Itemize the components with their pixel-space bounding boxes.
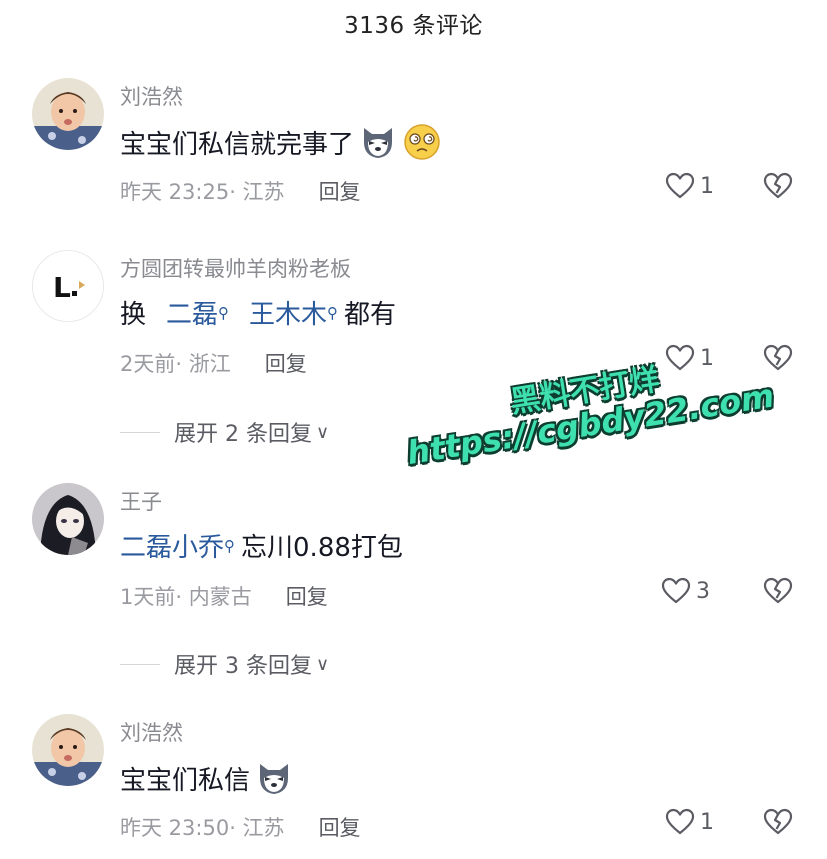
mention-link[interactable]: 王木木 — [249, 294, 327, 331]
like-count: 1 — [700, 809, 714, 835]
dislike-button[interactable] — [762, 575, 794, 611]
comment-username[interactable]: 王子 — [120, 486, 162, 516]
heart-outline-icon — [664, 806, 696, 838]
search-icon: ⚲ — [218, 303, 230, 322]
comment-text: 二磊小乔 ⚲ 忘川0.88打包 — [120, 527, 403, 564]
expand-replies-label: 展开 2 条回复 — [174, 422, 312, 447]
search-icon: ⚲ — [327, 303, 339, 322]
like-count: 1 — [700, 173, 714, 199]
comment-location: · 江苏 — [229, 180, 285, 204]
comment-text-suffix: 忘川0.88打包 — [241, 533, 403, 563]
comment-text: 换 二磊 ⚲ 王木木 ⚲ 都有 — [120, 294, 396, 331]
comment-meta: 昨天 23:25 · 江苏 回复 — [120, 176, 361, 206]
mention-link[interactable]: 二磊小乔 — [120, 527, 224, 564]
dislike-button[interactable] — [762, 806, 794, 842]
comment-meta: 1天前 · 内蒙古 回复 — [120, 581, 328, 611]
comment-time: 昨天 23:50 — [120, 816, 230, 840]
chevron-down-icon: ∨ — [315, 653, 330, 675]
like-button[interactable]: 3 — [660, 575, 710, 607]
husky-emoji-icon — [358, 122, 398, 162]
expand-replies-button[interactable]: 展开 2 条回复 ∨ — [120, 416, 329, 448]
comment-time: 昨天 23:25 — [120, 180, 230, 204]
comment-time: 2天前 — [120, 352, 176, 376]
comment-text-suffix: 都有 — [344, 300, 397, 330]
reply-button[interactable]: 回复 — [286, 581, 328, 611]
reply-button[interactable]: 回复 — [265, 348, 307, 378]
comment-meta: 昨天 23:50 · 江苏 回复 — [120, 812, 361, 842]
broken-heart-icon — [762, 170, 794, 202]
expand-replies-label: 展开 3 条回复 — [174, 654, 312, 679]
avatar[interactable]: L — [32, 250, 104, 322]
comment-username[interactable]: 方圆团转最帅羊肉粉老板 — [120, 253, 351, 283]
comment-location: · 江苏 — [229, 816, 285, 840]
dizzy-face-emoji-icon — [402, 122, 442, 162]
mention-link[interactable]: 二磊 — [166, 294, 218, 331]
comment-text-body: 宝宝们私信 — [120, 765, 251, 796]
watermark-overlay: 黑料不打烊 https://cgbdy22.com — [398, 332, 810, 503]
search-icon: ⚲ — [224, 536, 236, 555]
broken-heart-icon — [762, 575, 794, 607]
avatar[interactable] — [32, 483, 104, 555]
like-button[interactable]: 1 — [664, 806, 714, 838]
svg-text:L: L — [53, 271, 71, 304]
like-button[interactable]: 1 — [664, 170, 714, 202]
reply-button[interactable]: 回复 — [319, 176, 361, 206]
chevron-down-icon: ∨ — [315, 421, 330, 443]
comment-location: · 内蒙古 — [175, 585, 252, 609]
expand-replies-button[interactable]: 展开 3 条回复 ∨ — [120, 648, 329, 680]
reply-button[interactable]: 回复 — [319, 812, 361, 842]
comment-text-prefix: 换 — [120, 300, 147, 330]
comment-time: 1天前 — [120, 585, 176, 609]
comment-username[interactable]: 刘浩然 — [120, 81, 183, 111]
comment-text-body: 宝宝们私信就完事了 — [120, 129, 355, 160]
divider — [120, 431, 160, 433]
dislike-button[interactable] — [762, 170, 794, 206]
like-count: 3 — [696, 578, 710, 604]
avatar[interactable] — [32, 714, 104, 786]
heart-outline-icon — [664, 170, 696, 202]
comment-meta: 2天前 · 浙江 回复 — [120, 348, 307, 378]
comment-text: 宝宝们私信就完事了 — [120, 122, 442, 162]
heart-outline-icon — [660, 575, 692, 607]
divider — [120, 663, 160, 665]
broken-heart-icon — [762, 806, 794, 838]
comments-count-title: 3136 条评论 — [344, 13, 483, 39]
husky-emoji-icon — [254, 758, 294, 798]
avatar[interactable] — [32, 78, 104, 150]
comment-username[interactable]: 刘浩然 — [120, 717, 183, 747]
comment-text: 宝宝们私信 — [120, 758, 294, 798]
comment-location: · 浙江 — [175, 352, 231, 376]
